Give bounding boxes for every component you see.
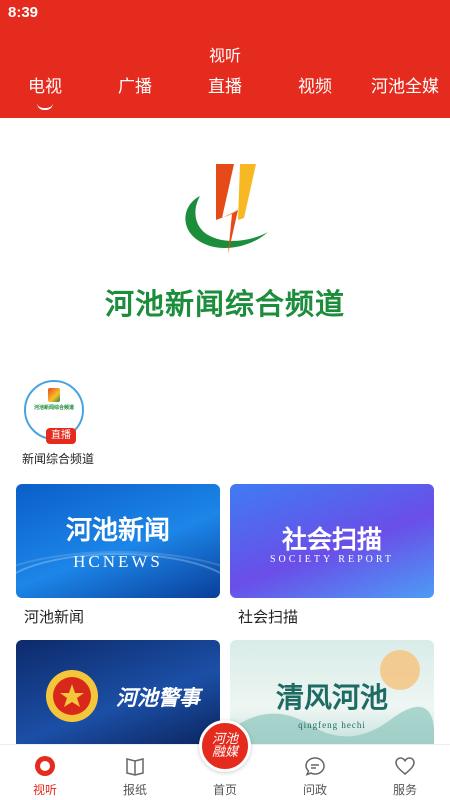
status-time: 8:39	[8, 4, 39, 21]
channel-avatar: 河池新闻综合频道 直播	[24, 380, 84, 444]
program-thumbnail: 社会扫描 SOCIETY REPORT	[230, 484, 434, 598]
category-tabs: 电视 广播 直播 视频 河池全媒	[0, 74, 450, 110]
thumbnail-title: 河池警事	[116, 686, 200, 710]
program-thumbnail: 河池新闻 HCNEWS	[16, 484, 220, 598]
nav-item-newspaper[interactable]: 报纸	[90, 745, 180, 800]
page-title: 视听	[208, 46, 241, 65]
nav-item-services[interactable]: 服务	[360, 745, 450, 800]
program-card-hechi-news[interactable]: 河池新闻 HCNEWS 河池新闻	[16, 484, 220, 627]
home-button[interactable]: 河池融媒	[199, 720, 251, 772]
tab-live[interactable]: 直播	[180, 74, 270, 104]
live-badge: 直播	[46, 428, 76, 444]
program-thumbnail: 河池警事	[16, 640, 220, 754]
nav-item-audiovisual[interactable]: 视听	[0, 745, 90, 800]
nav-item-inquiry[interactable]: 问政	[270, 745, 360, 800]
channel-title: 河池新闻综合频道	[104, 287, 345, 321]
tab-video[interactable]: 视频	[270, 74, 360, 104]
nav-label: 服务	[392, 783, 417, 797]
play-circle-icon	[35, 756, 55, 776]
thumbnail-title: 社会扫描	[281, 525, 382, 554]
program-card-clean-hechi[interactable]: 清风河池 qingfeng hechi	[230, 640, 434, 754]
thumbnail-title: 清风河池	[275, 681, 388, 714]
live-channel-item[interactable]: 河池新闻综合频道 直播 新闻综合频道	[18, 380, 98, 467]
nav-label: 首页	[212, 783, 237, 797]
channel-logo-icon	[185, 164, 268, 254]
tab-tv[interactable]: 电视	[0, 74, 90, 110]
program-card-hechi-police[interactable]: 河池警事	[16, 640, 220, 754]
nav-label: 视听	[32, 783, 57, 797]
chat-bubble-icon	[305, 757, 325, 776]
channel-hero-banner[interactable]: 河池新闻综合频道	[0, 118, 450, 368]
heart-icon	[395, 757, 415, 775]
thumbnail-subtitle: HCNEWS	[73, 552, 163, 571]
program-name: 河池新闻	[24, 608, 85, 626]
program-card-society-scan[interactable]: 社会扫描 SOCIETY REPORT 社会扫描	[230, 484, 434, 627]
nav-label: 问政	[302, 783, 327, 797]
thumbnail-subtitle: SOCIETY REPORT	[269, 554, 395, 565]
avatar-channel-text: 河池新闻综合频道	[34, 405, 75, 411]
book-icon	[126, 758, 144, 776]
program-thumbnail: 清风河池 qingfeng hechi	[230, 640, 434, 754]
thumbnail-title: 河池新闻	[65, 516, 170, 546]
program-name: 社会扫描	[238, 608, 299, 626]
thumbnail-subtitle: qingfeng hechi	[298, 720, 366, 730]
home-button-logo-text: 河池融媒	[211, 732, 238, 760]
nav-label: 报纸	[122, 783, 147, 797]
app-header: 8:39 视听 电视 广播 直播 视频 河池全媒	[0, 0, 450, 118]
tab-radio[interactable]: 广播	[90, 74, 180, 104]
live-channel-name: 新闻综合频道	[21, 452, 94, 466]
avatar-logo-icon	[48, 388, 60, 402]
tab-hechi-media[interactable]: 河池全媒	[360, 74, 450, 104]
